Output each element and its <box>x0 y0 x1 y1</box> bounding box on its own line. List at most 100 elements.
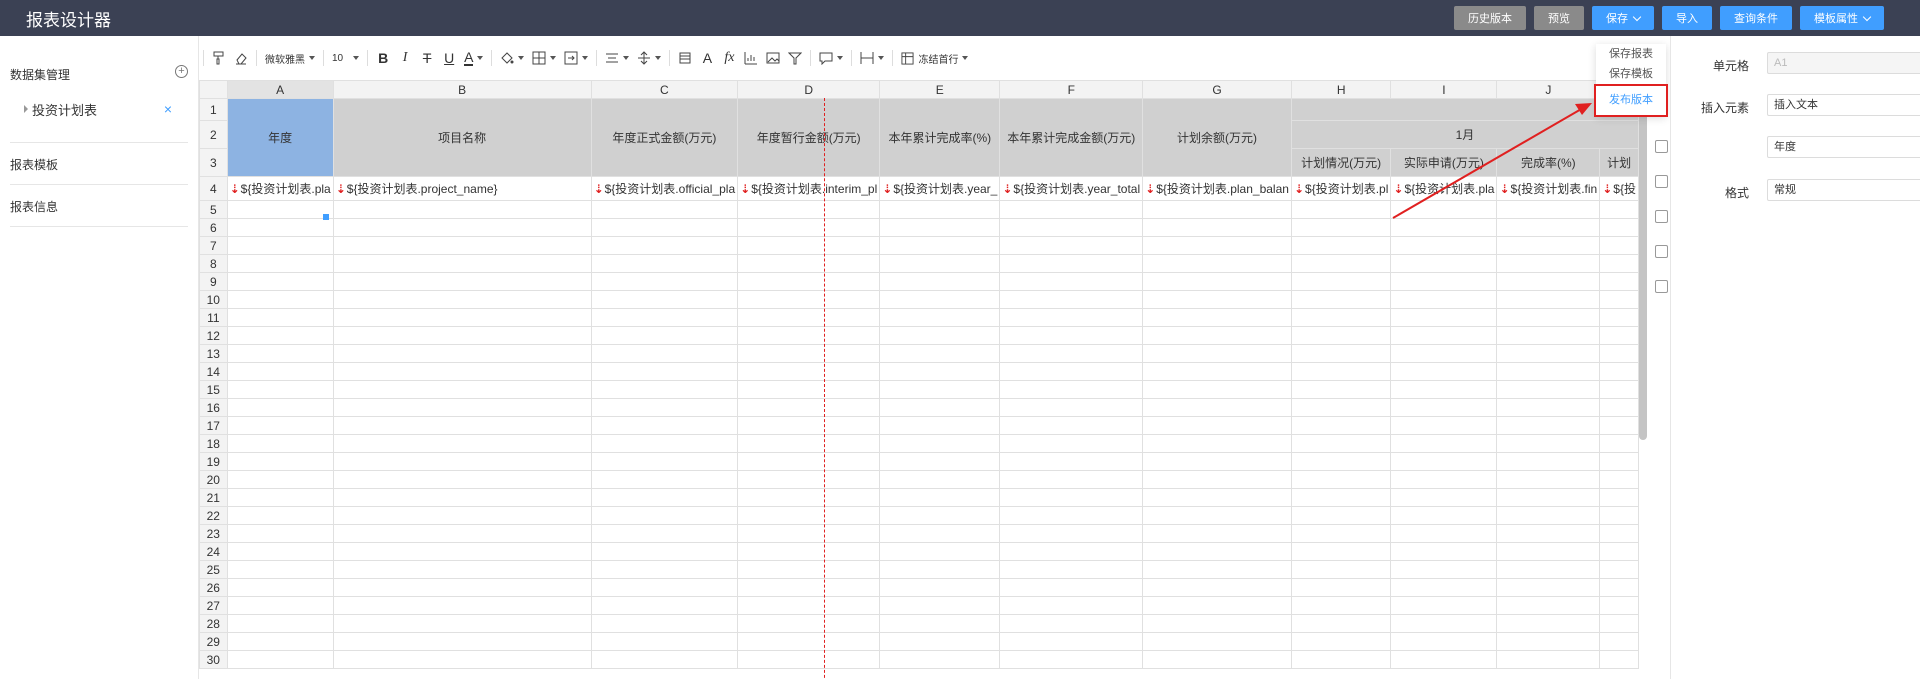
empty-cell[interactable] <box>1142 344 1292 363</box>
empty-cell[interactable] <box>737 272 881 291</box>
empty-cell[interactable] <box>1142 434 1292 453</box>
empty-cell[interactable] <box>332 344 592 363</box>
empty-cell[interactable] <box>1290 380 1392 399</box>
header-cell-year[interactable]: 年度 <box>226 98 334 177</box>
row-header[interactable]: 10 <box>199 290 228 309</box>
empty-cell[interactable] <box>999 272 1144 291</box>
empty-cell[interactable] <box>1496 524 1601 543</box>
empty-cell[interactable] <box>1390 344 1498 363</box>
empty-cell[interactable] <box>999 596 1144 615</box>
empty-cell[interactable] <box>590 650 739 669</box>
column-header[interactable]: C <box>590 80 739 99</box>
row-header[interactable]: 29 <box>199 632 228 651</box>
empty-cell[interactable] <box>879 452 1001 471</box>
font-color-icon[interactable]: A <box>460 47 487 69</box>
empty-cell[interactable] <box>332 632 592 651</box>
empty-cell[interactable] <box>1290 308 1392 327</box>
header-cell-plan-cut[interactable]: 计划 <box>1599 148 1639 177</box>
link-tool-icon[interactable] <box>1655 245 1668 258</box>
header-cell-actual-request[interactable]: 实际申请(万元) <box>1390 148 1498 177</box>
empty-cell[interactable] <box>1599 272 1639 291</box>
empty-cell[interactable] <box>226 398 334 417</box>
empty-cell[interactable] <box>879 308 1001 327</box>
empty-cell[interactable] <box>737 308 881 327</box>
empty-cell[interactable] <box>1390 452 1498 471</box>
empty-cell[interactable] <box>879 218 1001 237</box>
empty-cell[interactable] <box>1290 506 1392 525</box>
empty-cell[interactable] <box>879 272 1001 291</box>
empty-cell[interactable] <box>879 614 1001 633</box>
empty-cell[interactable] <box>737 560 881 579</box>
empty-cell[interactable] <box>879 542 1001 561</box>
empty-cell[interactable] <box>1599 578 1639 597</box>
header-cell-rate[interactable]: 完成率(%) <box>1496 148 1601 177</box>
empty-cell[interactable] <box>999 434 1144 453</box>
column-header[interactable]: H <box>1290 80 1392 99</box>
empty-cell[interactable] <box>1599 650 1639 669</box>
column-header[interactable]: A <box>226 80 334 99</box>
empty-cell[interactable] <box>226 488 334 507</box>
report-info[interactable]: 报表信息 <box>10 198 188 215</box>
empty-cell[interactable] <box>737 416 881 435</box>
field-cell[interactable]: ⇣${投资计划表.pl <box>1290 176 1392 201</box>
empty-cell[interactable] <box>332 452 592 471</box>
empty-cell[interactable] <box>1290 632 1392 651</box>
save-button[interactable]: 保存 <box>1592 6 1654 30</box>
empty-cell[interactable] <box>1142 218 1292 237</box>
column-header[interactable]: I <box>1390 80 1498 99</box>
row-header[interactable]: 20 <box>199 470 228 489</box>
field-cell[interactable]: ⇣${投资计划表.interim_pl <box>737 176 881 201</box>
empty-cell[interactable] <box>1390 200 1498 219</box>
empty-cell[interactable] <box>590 596 739 615</box>
freeze-first-row-button[interactable]: 冻结首行 <box>897 47 972 69</box>
empty-cell[interactable] <box>226 362 334 381</box>
empty-cell[interactable] <box>332 416 592 435</box>
fill-color-icon[interactable] <box>496 47 528 69</box>
empty-cell[interactable] <box>332 596 592 615</box>
empty-cell[interactable] <box>879 254 1001 273</box>
empty-cell[interactable] <box>1496 578 1601 597</box>
empty-cell[interactable] <box>879 416 1001 435</box>
column-header[interactable]: J <box>1496 80 1601 99</box>
chart-icon[interactable] <box>740 47 762 69</box>
header-cell-plan-status[interactable]: 计划情况(万元) <box>1290 148 1392 177</box>
copy-tool-icon[interactable] <box>1655 280 1668 293</box>
vertical-scrollbar[interactable] <box>1639 80 1647 440</box>
empty-cell[interactable] <box>332 578 592 597</box>
row-header[interactable]: 2 <box>199 120 228 149</box>
column-header[interactable]: E <box>879 80 1001 99</box>
row-header[interactable]: 25 <box>199 560 228 579</box>
empty-cell[interactable] <box>879 578 1001 597</box>
empty-cell[interactable] <box>590 434 739 453</box>
empty-cell[interactable] <box>999 254 1144 273</box>
column-header[interactable]: G <box>1142 80 1292 99</box>
text-style-icon[interactable]: A <box>696 47 718 69</box>
empty-cell[interactable] <box>1142 488 1292 507</box>
empty-cell[interactable] <box>1142 236 1292 255</box>
empty-cell[interactable] <box>332 308 592 327</box>
empty-cell[interactable] <box>999 344 1144 363</box>
edit-tool-icon[interactable] <box>1655 175 1668 188</box>
empty-cell[interactable] <box>226 380 334 399</box>
empty-cell[interactable] <box>737 218 881 237</box>
empty-cell[interactable] <box>226 506 334 525</box>
close-icon[interactable]: × <box>164 101 172 117</box>
empty-cell[interactable] <box>1599 434 1639 453</box>
row-header[interactable]: 12 <box>199 326 228 345</box>
empty-cell[interactable] <box>1390 218 1498 237</box>
empty-cell[interactable] <box>590 398 739 417</box>
empty-cell[interactable] <box>737 452 881 471</box>
empty-cell[interactable] <box>737 614 881 633</box>
empty-cell[interactable] <box>226 632 334 651</box>
empty-cell[interactable] <box>1599 398 1639 417</box>
empty-cell[interactable] <box>1142 308 1292 327</box>
empty-cell[interactable] <box>1142 200 1292 219</box>
field-cell[interactable]: ⇣${投资计划表.pla <box>1390 176 1498 201</box>
empty-cell[interactable] <box>332 272 592 291</box>
empty-cell[interactable] <box>1599 470 1639 489</box>
empty-cell[interactable] <box>1496 596 1601 615</box>
empty-cell[interactable] <box>1142 290 1292 309</box>
formula-icon[interactable]: fx <box>718 47 740 69</box>
empty-cell[interactable] <box>737 596 881 615</box>
empty-cell[interactable] <box>1142 560 1292 579</box>
